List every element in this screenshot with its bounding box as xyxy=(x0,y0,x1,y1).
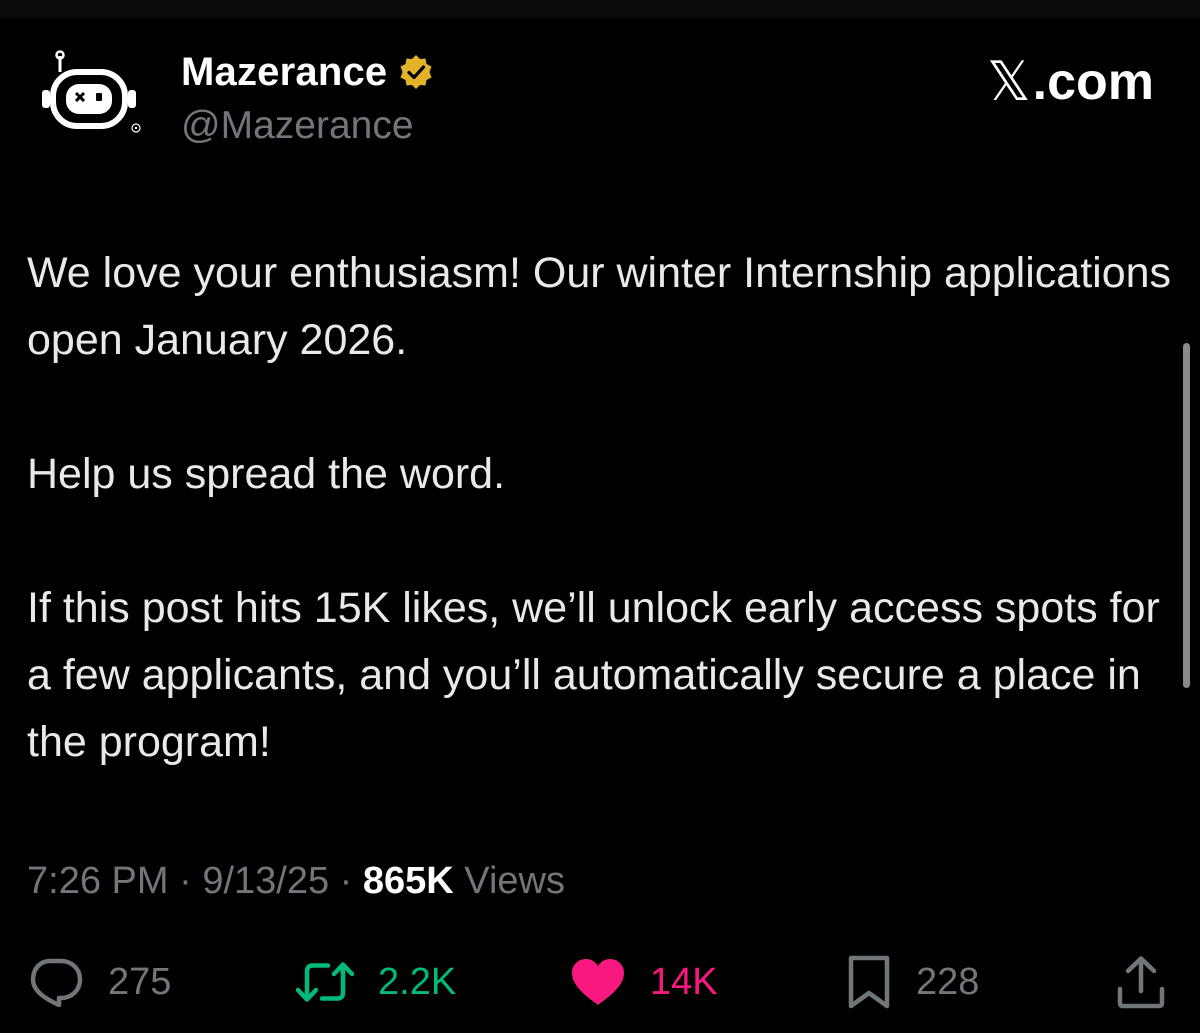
top-strip xyxy=(0,0,1200,18)
bookmark-button[interactable]: 228 xyxy=(846,950,979,1014)
author-name-row[interactable]: Mazerance xyxy=(181,48,435,96)
robot-logo-icon xyxy=(42,50,141,133)
post-meta: 7:26 PM · 9/13/25 · 865K Views xyxy=(27,860,565,903)
avatar[interactable] xyxy=(40,48,150,148)
x-logo-icon: 𝕏 xyxy=(987,50,1031,113)
post-paragraph: If this post hits 15K likes, we’ll unloc… xyxy=(27,584,1160,766)
like-count: 14K xyxy=(650,960,718,1003)
reply-count: 275 xyxy=(108,960,172,1003)
like-button[interactable]: 14K xyxy=(570,950,718,1014)
post-time[interactable]: 7:26 PM xyxy=(27,860,169,902)
reply-button[interactable]: 275 xyxy=(28,950,171,1014)
heart-icon xyxy=(572,959,624,1005)
repost-count: 2.2K xyxy=(378,960,457,1003)
views-count: 865K xyxy=(362,860,454,902)
author-handle[interactable]: @Mazerance xyxy=(181,104,414,148)
repost-button[interactable]: 2.2K xyxy=(296,950,456,1014)
share-button[interactable] xyxy=(1116,950,1166,1014)
views-label: Views xyxy=(464,860,565,902)
action-bar: 275 2.2K 14K 228 xyxy=(0,950,1200,1014)
post-paragraph: Help us spread the word. xyxy=(27,450,506,498)
share-icon xyxy=(1117,956,1165,1009)
display-name[interactable]: Mazerance xyxy=(181,50,387,95)
scrollbar[interactable] xyxy=(1183,343,1190,688)
bookmark-icon xyxy=(848,955,890,1009)
post-paragraph: We love your enthusiasm! Our winter Inte… xyxy=(27,249,1172,364)
verified-badge-icon[interactable] xyxy=(397,53,435,91)
post-date[interactable]: 9/13/25 xyxy=(202,860,329,902)
brand-label: 𝕏 .com xyxy=(987,50,1154,113)
brand-domain: .com xyxy=(1032,52,1154,111)
repost-icon xyxy=(296,962,354,1002)
meta-separator: · xyxy=(179,860,192,902)
meta-separator: · xyxy=(339,860,353,902)
post-text: We love your enthusiasm! Our winter Inte… xyxy=(27,240,1177,776)
reply-icon xyxy=(30,958,83,1008)
bookmark-count: 228 xyxy=(916,960,980,1003)
